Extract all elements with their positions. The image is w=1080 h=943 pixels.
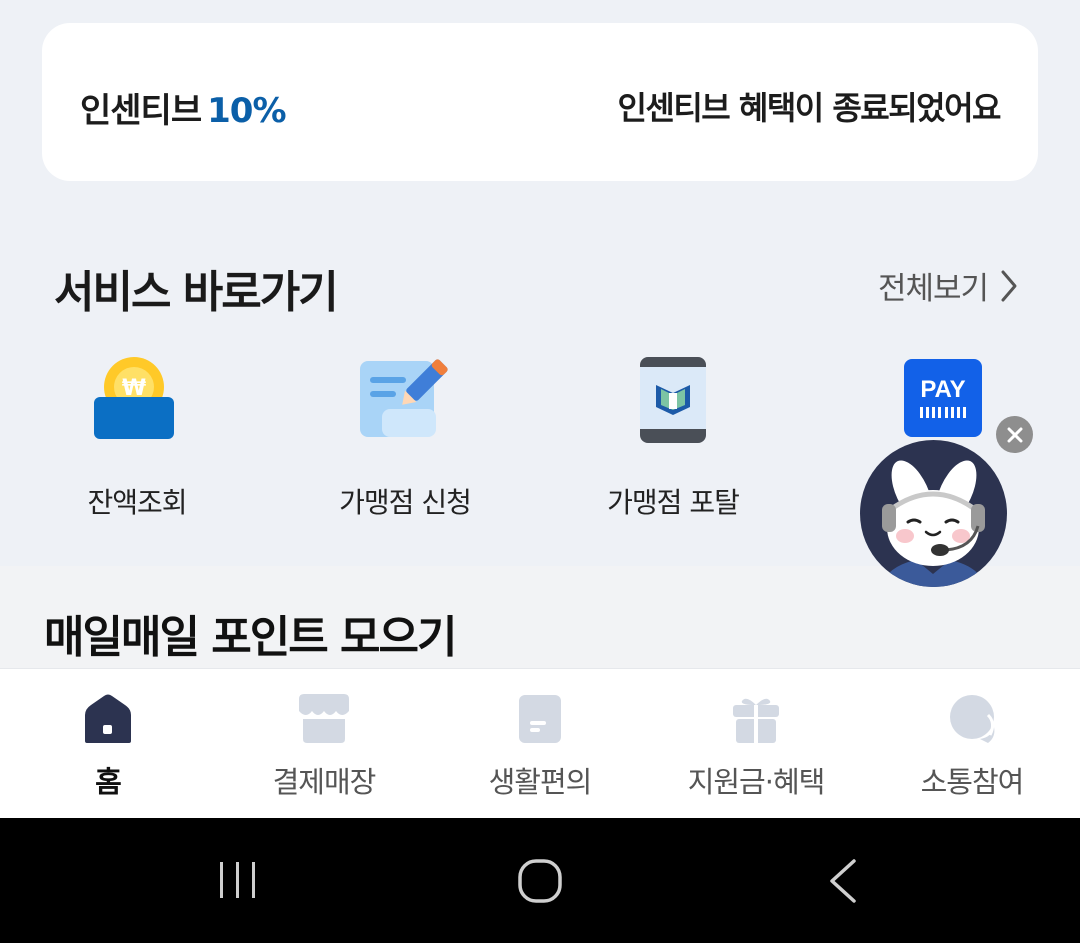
system-nav-bar	[0, 818, 1080, 943]
bottom-nav: 홈 결제매장 생활편의 지원금·혜택 소통참여	[0, 668, 1080, 818]
phone-portal-icon	[628, 355, 718, 445]
incentive-percent: 10%	[207, 91, 286, 131]
service-label: 잔액조회	[87, 486, 187, 519]
incentive-card[interactable]: 인센티브 10% 인센티브 혜택이 종료되었어요	[42, 23, 1038, 181]
incentive-label: 인센티브 10%	[80, 83, 287, 132]
nav-label: 소통참여	[920, 765, 1025, 799]
back-chevron-icon	[830, 859, 856, 903]
coin-wallet-icon: ₩	[92, 355, 182, 445]
nav-benefits[interactable]: 지원금·혜택	[648, 693, 864, 801]
note-icon	[512, 693, 568, 745]
points-title: 매일매일 포인트 모으기	[44, 612, 457, 663]
pay-icon: PAY	[898, 355, 988, 445]
home-system-button[interactable]	[517, 858, 563, 908]
nav-lifestyle[interactable]: 생활편의	[432, 693, 648, 801]
service-balance[interactable]: ₩ 잔액조회	[27, 355, 247, 521]
nav-label: 결제매장	[272, 765, 377, 799]
view-all-link[interactable]: 전체보기	[878, 263, 1018, 308]
nav-label: 홈	[95, 765, 122, 799]
gift-icon	[728, 693, 784, 745]
chatbot-close-button[interactable]	[996, 416, 1033, 453]
incentive-status: 인센티브 혜택이 종료되었어요	[617, 89, 1001, 127]
service-store-portal[interactable]: 가맹점 포탈	[563, 355, 783, 521]
view-all-label: 전체보기	[878, 271, 989, 307]
nav-payment-stores[interactable]: 결제매장	[216, 693, 432, 801]
store-icon	[296, 693, 352, 745]
service-store-apply[interactable]: 가맹점 신청	[295, 355, 515, 521]
home-icon	[80, 693, 136, 745]
nav-label: 생활편의	[488, 765, 593, 799]
nav-home[interactable]: 홈	[0, 693, 216, 801]
pay-icon-text: PAY	[920, 376, 965, 403]
close-icon	[1007, 427, 1022, 442]
recent-apps-button[interactable]	[216, 858, 260, 906]
services-title: 서비스 바로가기	[54, 267, 339, 318]
chevron-right-icon	[1001, 270, 1017, 301]
back-system-button[interactable]	[826, 858, 860, 908]
nav-community[interactable]: 소통참여	[864, 693, 1080, 801]
incentive-title: 인센티브	[80, 91, 202, 131]
nav-label: 지원금·혜택	[687, 765, 826, 799]
service-label: 가맹점 신청	[339, 486, 472, 519]
service-label: 가맹점 포탈	[607, 486, 740, 519]
document-pencil-icon	[360, 355, 450, 445]
chatbot-button[interactable]	[860, 440, 1007, 587]
chat-bubble-icon	[944, 693, 1000, 745]
home-circle-icon	[518, 859, 562, 903]
rabbit-mascot-icon	[880, 460, 987, 587]
recent-apps-icon	[220, 862, 255, 898]
